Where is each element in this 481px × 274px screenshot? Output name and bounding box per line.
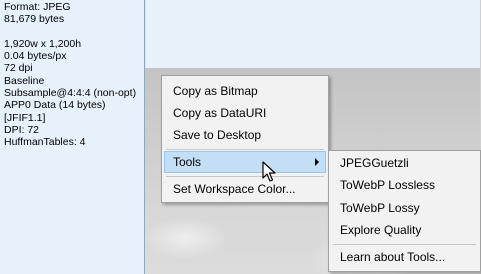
context-menu: Copy as Bitmap Copy as DataURI Save to D… <box>161 75 329 203</box>
info-app0: APP0 Data (14 bytes) <box>4 99 106 112</box>
menu-item-label: Copy as DataURI <box>173 106 267 120</box>
preview-background <box>145 0 481 68</box>
submenu-item-label: ToWebP Lossless <box>340 178 435 192</box>
info-blank-line <box>4 26 144 38</box>
submenu-arrow-icon <box>315 158 319 166</box>
submenu-item-explore-quality[interactable]: Explore Quality <box>331 219 478 241</box>
submenu-item-label: Learn about Tools... <box>340 250 446 264</box>
mouse-cursor-icon <box>262 161 278 183</box>
menu-item-save-to-desktop[interactable]: Save to Desktop <box>164 124 326 146</box>
menu-separator <box>166 149 324 150</box>
info-file-size: 81,679 bytes <box>4 13 65 26</box>
submenu-item-label: JPEGGuetzli <box>340 156 409 170</box>
submenu-item-label: ToWebP Lossy <box>340 201 420 215</box>
tools-submenu: JPEGGuetzli ToWebP Lossless ToWebP Lossy… <box>328 150 481 272</box>
menu-item-tools[interactable]: Tools <box>164 151 326 173</box>
submenu-item-learn-about-tools[interactable]: Learn about Tools... <box>331 246 478 268</box>
submenu-separator <box>333 244 476 245</box>
submenu-item-towebp-lossy[interactable]: ToWebP Lossy <box>331 197 478 219</box>
info-bytes-per-px: 0.04 bytes/px <box>4 50 67 63</box>
info-dpi-value: DPI: 72 <box>4 123 40 136</box>
info-subsample: Subsample@4:4:4 (non-opt) <box>4 87 137 100</box>
menu-item-label: Set Workspace Color... <box>173 182 296 196</box>
image-info-panel: Format: JPEG 81,679 bytes 1,920w x 1,200… <box>0 0 145 274</box>
menu-item-copy-as-bitmap[interactable]: Copy as Bitmap <box>164 80 326 102</box>
info-format: Format: JPEG <box>4 1 71 13</box>
submenu-item-towebp-lossless[interactable]: ToWebP Lossless <box>331 174 478 196</box>
menu-item-set-workspace-color[interactable]: Set Workspace Color... <box>164 178 326 200</box>
menu-item-label: Tools <box>173 155 202 169</box>
info-encoding: Baseline <box>4 74 45 87</box>
submenu-item-jpegguetzli[interactable]: JPEGGuetzli <box>331 152 478 174</box>
menu-item-copy-as-datauri[interactable]: Copy as DataURI <box>164 102 326 124</box>
menu-item-label: Save to Desktop <box>173 128 262 142</box>
menu-item-label: Copy as Bitmap <box>173 84 258 98</box>
info-huffman: HuffmanTables: 4 <box>4 136 86 149</box>
info-dimensions: 1,920w x 1,200h <box>4 37 82 50</box>
info-dpi: 72 dpi <box>4 62 33 75</box>
info-jfif: [JFIF1.1] <box>4 111 46 124</box>
menu-separator <box>166 176 324 177</box>
submenu-item-label: Explore Quality <box>340 223 422 237</box>
